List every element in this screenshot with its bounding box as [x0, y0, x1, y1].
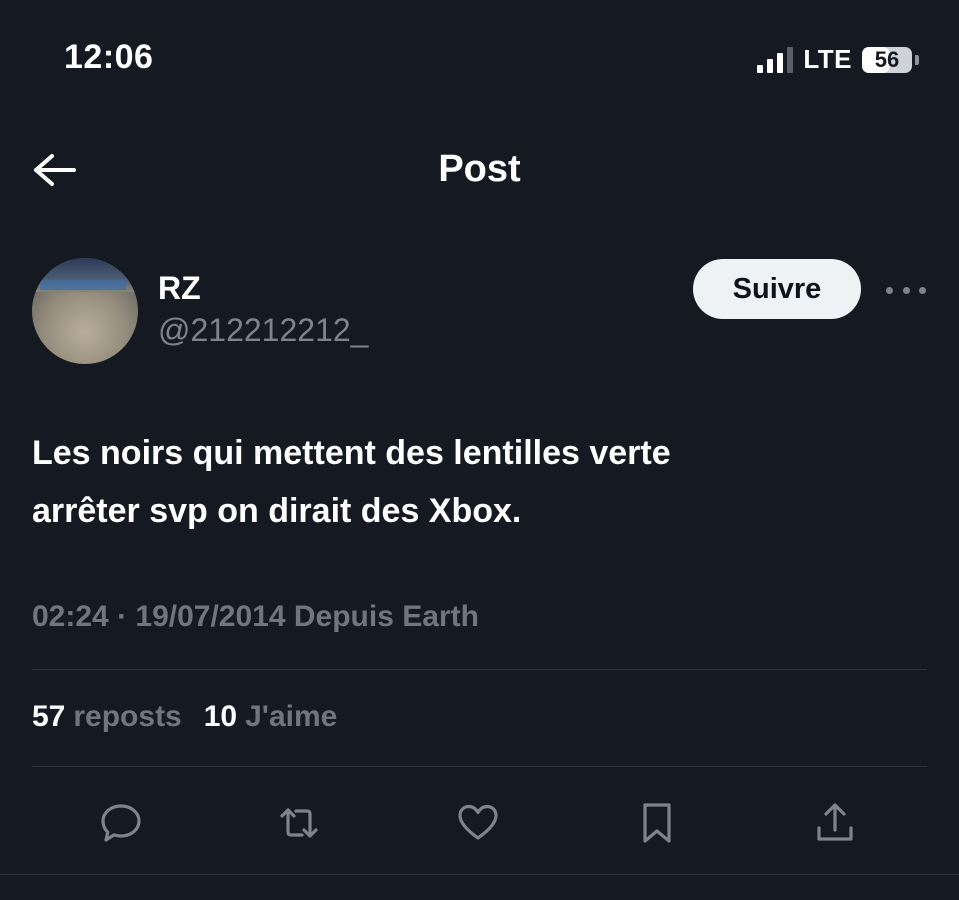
avatar-detail	[40, 280, 126, 290]
battery-percent: 56	[874, 46, 900, 72]
more-dot	[902, 286, 910, 294]
bookmark-icon[interactable]	[632, 798, 682, 848]
post-text-line: Les noirs qui mettent des lentilles vert…	[32, 434, 671, 472]
reposts-count: 57	[32, 700, 66, 733]
post-stats: 57 reposts 10 J'aime	[32, 700, 337, 734]
follow-button[interactable]: Suivre	[693, 259, 861, 319]
signal-strength-icon	[757, 46, 794, 73]
likes-label: J'aime	[245, 700, 338, 733]
reposts-label: reposts	[73, 700, 182, 733]
page-title: Post	[438, 148, 521, 190]
post-text: Les noirs qui mettent des lentilles vert…	[32, 424, 912, 540]
like-icon[interactable]	[453, 798, 503, 848]
author-display-name[interactable]: RZ	[158, 270, 201, 307]
signal-bar	[767, 58, 774, 73]
avatar[interactable]	[32, 258, 138, 364]
divider	[32, 669, 927, 670]
divider	[0, 874, 959, 875]
battery-icon: 56	[862, 46, 912, 73]
signal-bar	[757, 64, 764, 73]
network-type: LTE	[803, 44, 852, 74]
more-dot	[886, 286, 893, 294]
share-icon[interactable]	[810, 798, 860, 848]
more-horizontal-icon[interactable]	[886, 284, 926, 296]
repost-icon[interactable]	[274, 798, 324, 848]
likes-stat[interactable]: 10 J'aime	[204, 700, 338, 734]
reply-icon[interactable]	[96, 798, 146, 848]
post-timestamp: 02:24 · 19/07/2014 Depuis Earth	[32, 600, 479, 633]
status-time: 12:06	[64, 38, 154, 76]
author-handle[interactable]: @212212212_	[158, 312, 368, 349]
signal-bar	[787, 46, 794, 73]
signal-bar	[777, 52, 784, 73]
more-dot	[919, 286, 926, 294]
divider	[32, 766, 927, 767]
likes-count: 10	[203, 700, 238, 733]
battery-tip	[915, 54, 919, 65]
post-text-line: arrêter svp on dirait des Xbox.	[32, 492, 522, 530]
status-indicators: LTE 56	[757, 44, 919, 75]
reposts-stat[interactable]: 57 reposts	[32, 700, 182, 734]
